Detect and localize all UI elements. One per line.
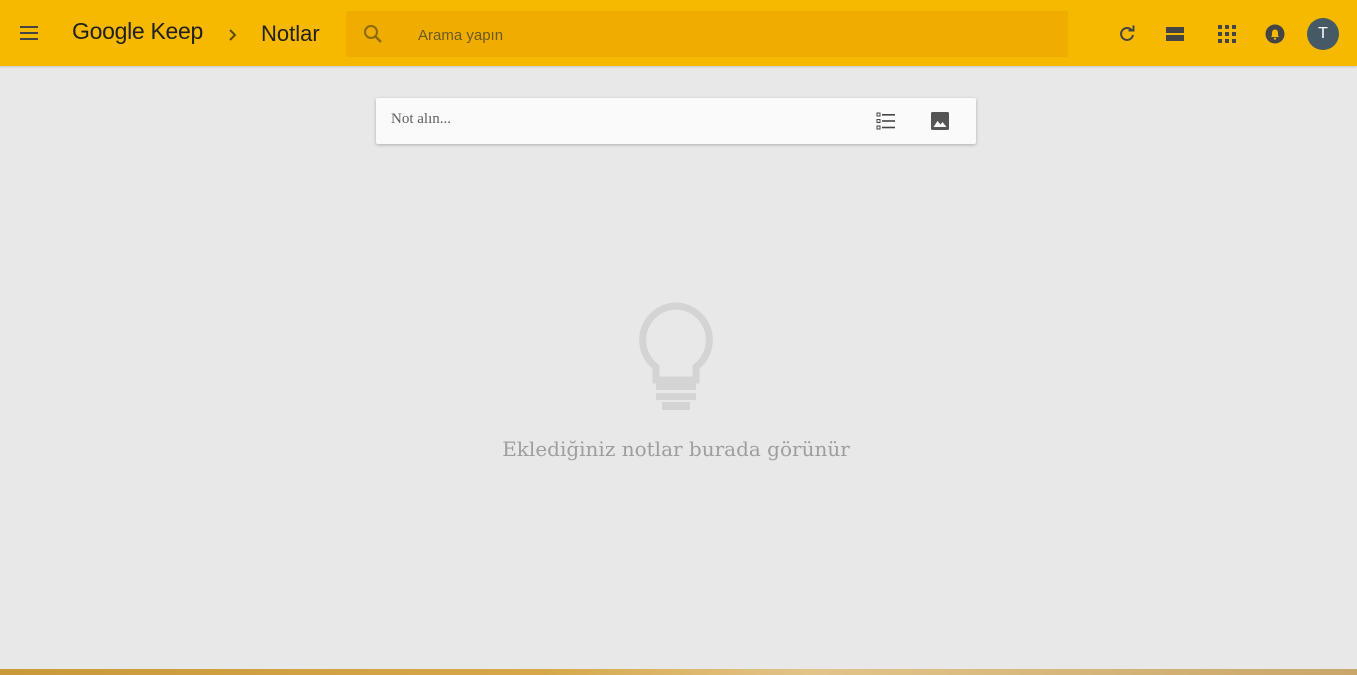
search-input[interactable] (416, 21, 1020, 49)
list-view-icon (1166, 27, 1184, 41)
menu-icon (20, 26, 38, 40)
take-note-input[interactable]: Not alın... (391, 111, 851, 128)
image-icon (931, 112, 949, 130)
lightbulb-icon (639, 302, 713, 410)
search-icon[interactable] (362, 23, 384, 45)
section-title: Notlar (261, 21, 320, 46)
account-avatar[interactable]: T (1307, 18, 1339, 50)
checklist-icon (876, 112, 895, 130)
new-image-note-button[interactable] (925, 106, 955, 136)
chevron-right-icon (229, 29, 237, 41)
search-bar[interactable] (346, 11, 1068, 57)
apps-grid-icon (1218, 25, 1236, 43)
take-note-card[interactable]: Not alın... (376, 98, 976, 144)
refresh-button[interactable] (1107, 14, 1147, 54)
top-app-bar: Google Keep Notlar Arama yapın T (0, 0, 1357, 66)
refresh-icon (1120, 25, 1135, 41)
desktop-taskbar-edge (0, 669, 1357, 675)
google-apps-button[interactable] (1207, 14, 1247, 54)
app-brand[interactable]: Google Keep (72, 18, 203, 45)
notifications-button[interactable] (1255, 14, 1295, 54)
list-view-button[interactable] (1155, 14, 1195, 54)
main-menu-button[interactable] (9, 13, 49, 53)
notifications-icon (1265, 24, 1285, 44)
new-list-button[interactable] (871, 106, 901, 136)
empty-state-message: Eklediğiniz notlar burada görünür (502, 437, 850, 461)
